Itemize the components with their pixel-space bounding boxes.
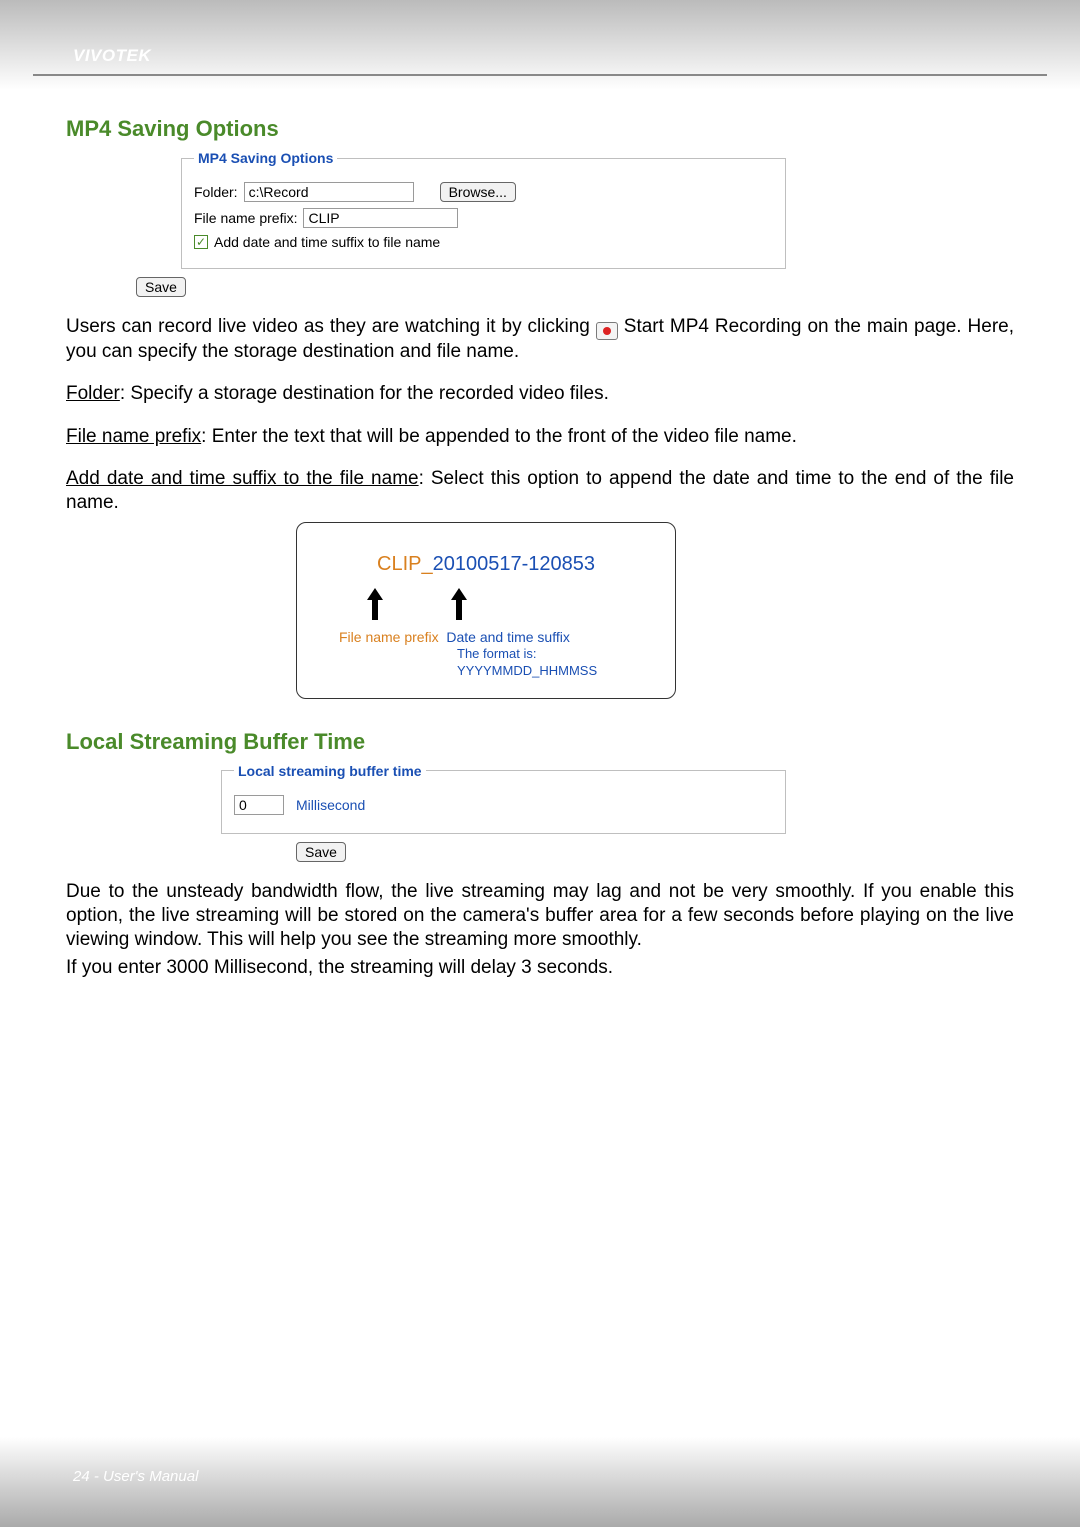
prefix-input[interactable]: [303, 208, 458, 228]
example-prefix: CLIP_: [377, 553, 433, 575]
suffix-checkbox-label: Add date and time suffix to file name: [214, 234, 440, 250]
section-title-mp4: MP4 Saving Options: [66, 116, 1014, 142]
page-footer: 24 - User's Manual: [73, 1468, 198, 1485]
filename-example: CLIP_20100517-120853: [323, 553, 649, 576]
mp4-paragraph-folder: Folder: Specify a storage destination fo…: [66, 382, 1014, 406]
example-label-prefix: File name prefix: [339, 629, 439, 645]
example-format-line: The format is: YYYYMMDD_HHMMSS: [457, 646, 649, 680]
section-title-buffer: Local Streaming Buffer Time: [66, 729, 1014, 755]
mp4-paragraph-suffix: Add date and time suffix to the file nam…: [66, 467, 1014, 516]
folder-input[interactable]: [244, 182, 414, 202]
buffer-paragraph-2: If you enter 3000 Millisecond, the strea…: [66, 956, 1014, 980]
suffix-checkbox[interactable]: ✓: [194, 235, 208, 249]
browse-button[interactable]: Browse...: [440, 182, 516, 202]
arrow-up-icon: [447, 586, 471, 622]
buffer-paragraph-1: Due to the unsteady bandwidth flow, the …: [66, 880, 1014, 953]
buffer-input[interactable]: [234, 795, 284, 815]
mp4-paragraph-prefix: File name prefix: Enter the text that wi…: [66, 425, 1014, 449]
save-button-buffer[interactable]: Save: [296, 842, 346, 862]
prefix-label: File name prefix:: [194, 210, 297, 226]
record-icon: [596, 322, 618, 340]
buffer-panel-legend: Local streaming buffer time: [234, 763, 426, 779]
page-header-brand: VIVOTEK: [33, 40, 1047, 72]
arrow-up-icon: [363, 586, 387, 622]
example-label-suffix: Date and time suffix: [446, 629, 569, 645]
folder-label: Folder:: [194, 184, 238, 200]
buffer-unit-label: Millisecond: [296, 797, 365, 813]
mp4-panel-legend: MP4 Saving Options: [194, 150, 337, 166]
mp4-saving-options-panel: MP4 Saving Options Folder: Browse... Fil…: [181, 150, 786, 269]
example-suffix: 20100517-120853: [433, 553, 595, 575]
save-button-mp4[interactable]: Save: [136, 277, 186, 297]
mp4-paragraph-1: Users can record live video as they are …: [66, 315, 1014, 364]
buffer-time-panel: Local streaming buffer time Millisecond: [221, 763, 786, 834]
filename-example-box: CLIP_20100517-120853 File name prefix Da…: [296, 522, 676, 699]
